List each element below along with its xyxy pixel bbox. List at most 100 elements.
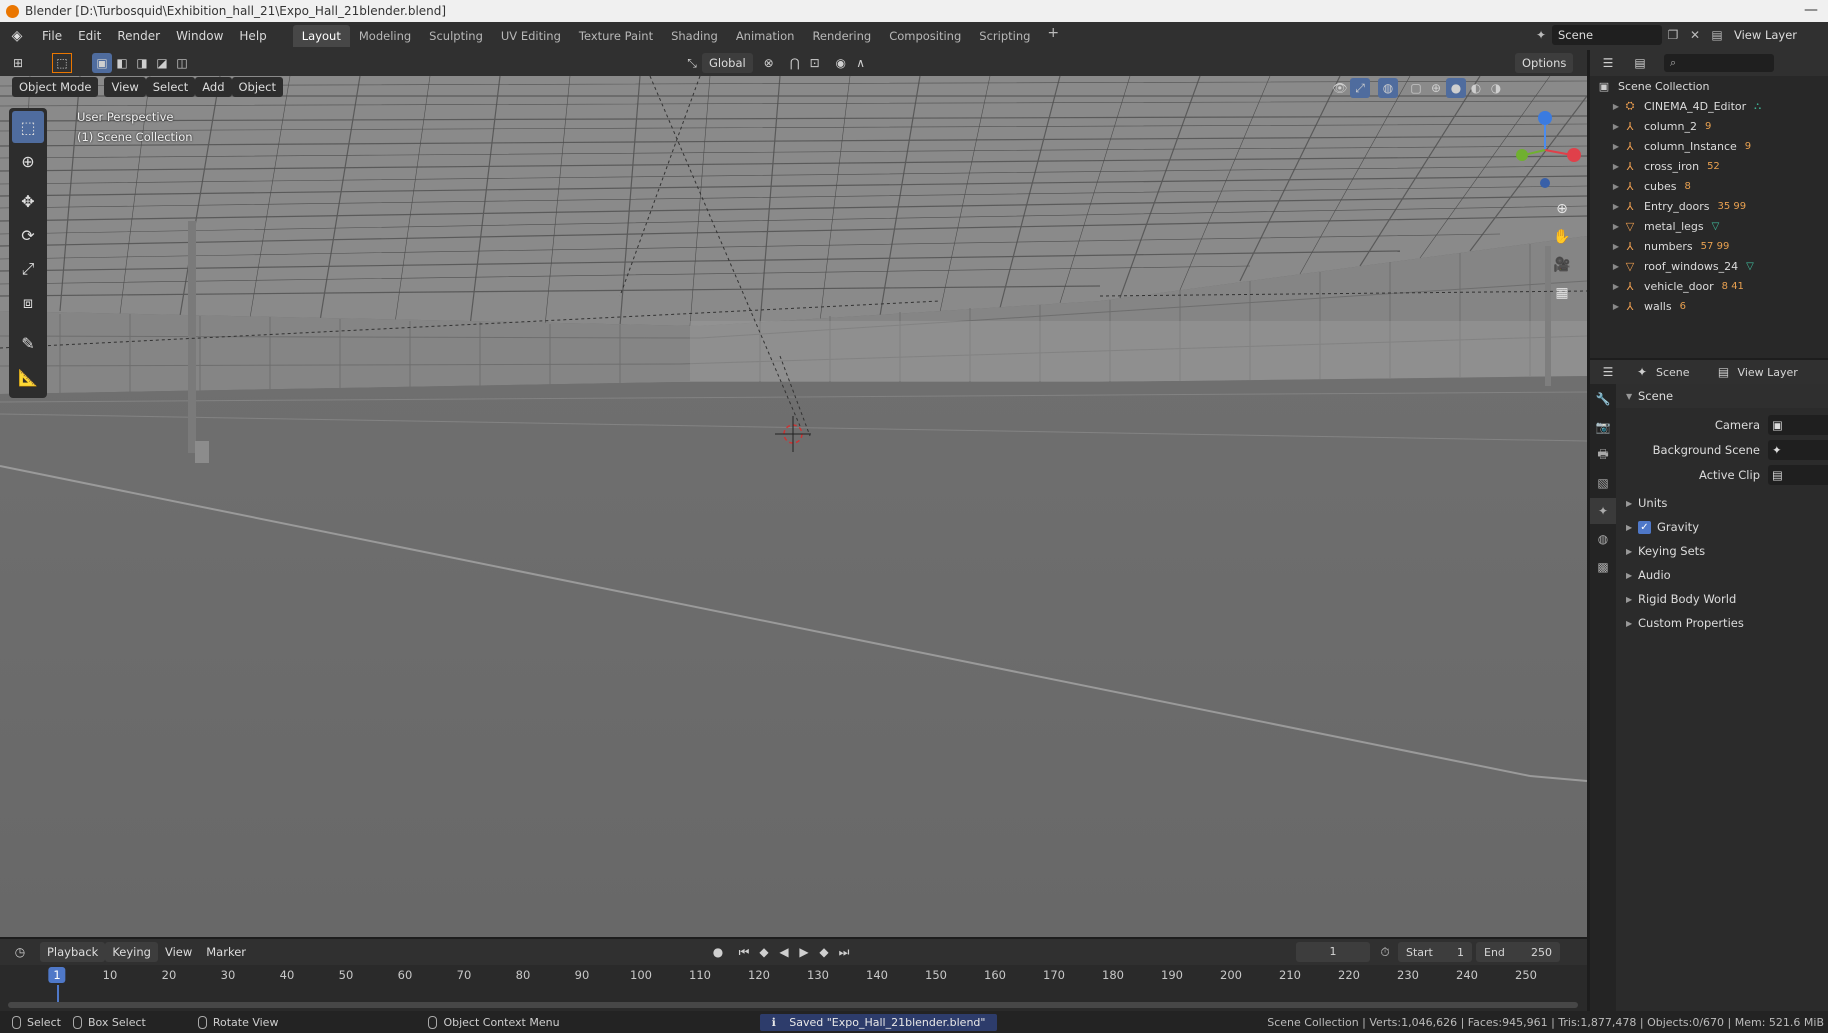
select-subtract-icon[interactable]: ◨ — [132, 53, 152, 73]
record-icon[interactable]: ● — [708, 942, 728, 962]
expand-arrow-icon[interactable]: ▶ — [1610, 302, 1622, 311]
scene-props-tab-icon[interactable]: ✦ — [1590, 498, 1616, 524]
menu-help[interactable]: Help — [231, 26, 274, 46]
tab-texture-paint[interactable]: Texture Paint — [570, 25, 662, 47]
end-frame-field[interactable]: End 250 — [1476, 942, 1560, 962]
audio-panel[interactable]: ▶ Audio — [1616, 563, 1828, 587]
gravity-checkbox[interactable]: ✓ — [1638, 520, 1651, 534]
timeline-editor-type-icon[interactable]: ◷ — [10, 942, 30, 962]
measure-tool-icon[interactable]: 📐 — [12, 361, 44, 393]
timeline-scrollbar[interactable] — [8, 1002, 1578, 1008]
tab-compositing[interactable]: Compositing — [880, 25, 970, 47]
custom-properties-panel[interactable]: ▶ Custom Properties — [1616, 611, 1828, 635]
outliner-editor-type-icon[interactable]: ☰ — [1598, 53, 1618, 73]
viewport-menu-view[interactable]: View — [104, 77, 146, 97]
world-props-icon[interactable]: ◍ — [1590, 526, 1616, 552]
tab-layout[interactable]: Layout — [292, 25, 350, 47]
falloff-icon[interactable]: ∧ — [851, 53, 871, 73]
move-tool-icon[interactable]: ✥ — [12, 185, 44, 217]
expand-arrow-icon[interactable]: ▶ — [1610, 262, 1622, 271]
rotate-tool-icon[interactable]: ⟳ — [12, 219, 44, 251]
expand-arrow-icon[interactable]: ▶ — [1610, 142, 1622, 151]
stopwatch-icon[interactable]: ⏱ — [1375, 942, 1395, 962]
keying-sets-panel[interactable]: ▶ Keying Sets — [1616, 539, 1828, 563]
view-layer-field[interactable]: View Layer — [1728, 25, 1803, 45]
annotate-tool-icon[interactable]: ✎ — [12, 327, 44, 359]
outliner-item[interactable]: ▶ ⅄ vehicle_door 8 41 — [1590, 276, 1828, 296]
expand-arrow-icon[interactable]: ▶ — [1610, 102, 1622, 111]
current-frame-indicator[interactable]: 1 — [48, 967, 66, 983]
expand-arrow-icon[interactable]: ▶ — [1610, 182, 1622, 191]
tab-shading[interactable]: Shading — [662, 25, 727, 47]
active-clip-field[interactable]: ▤ — [1768, 464, 1828, 485]
render-props-icon[interactable]: 📷 — [1590, 414, 1616, 440]
new-scene-icon[interactable]: ❐ — [1662, 25, 1684, 45]
select-invert-icon[interactable]: ◪ — [152, 53, 172, 73]
start-frame-field[interactable]: Start 1 — [1398, 942, 1472, 962]
props-view-layer-label[interactable]: View Layer — [1738, 366, 1798, 379]
play-icon[interactable]: ▶ — [794, 942, 814, 962]
minimize-button[interactable]: — — [1804, 2, 1818, 18]
outliner-root-row[interactable]: ▣ Scene Collection — [1590, 76, 1828, 96]
expand-arrow-icon[interactable]: ▶ — [1610, 202, 1622, 211]
outliner-item[interactable]: ▶ ⛭ CINEMA_4D_Editor ⛬ — [1590, 96, 1828, 116]
select-tool-icon[interactable]: ⬚ — [52, 53, 72, 73]
navigation-gizmo[interactable] — [1500, 105, 1590, 195]
units-panel[interactable]: ▶ Units — [1616, 491, 1828, 515]
gizmo-toggle-icon[interactable]: ⤢ — [1350, 78, 1370, 98]
rendered-shading-icon[interactable]: ◑ — [1486, 78, 1506, 98]
frame-ruler[interactable]: 1 10 20 30 40 50 60 70 80 90 100 110 120… — [0, 965, 1587, 987]
outliner-item[interactable]: ▶ ⅄ column_Instance 9 — [1590, 136, 1828, 156]
3d-viewport[interactable]: User Perspective (1) Scene Collection — [0, 76, 1587, 937]
snap-icon[interactable]: ⋂ — [785, 53, 805, 73]
perspective-grid-icon[interactable]: ▦ — [1550, 279, 1574, 307]
proportional-edit-icon[interactable]: ◉ — [831, 53, 851, 73]
add-workspace-button[interactable]: + — [1039, 25, 1067, 47]
viewport-menu-select[interactable]: Select — [145, 77, 196, 97]
scale-tool-icon[interactable]: ⤢ — [12, 253, 44, 285]
menu-window[interactable]: Window — [168, 26, 231, 46]
tab-animation[interactable]: Animation — [727, 25, 804, 47]
expand-arrow-icon[interactable]: ▶ — [1610, 162, 1622, 171]
scene-name-field[interactable]: Scene — [1552, 25, 1662, 45]
menu-render[interactable]: Render — [109, 26, 168, 46]
scene-section-header[interactable]: ▼ Scene — [1616, 384, 1828, 408]
background-scene-field[interactable]: ✦ — [1768, 439, 1828, 460]
zoom-icon[interactable]: ⊕ — [1550, 195, 1574, 223]
tab-modeling[interactable]: Modeling — [350, 25, 420, 47]
cursor-tool-icon[interactable]: ⊕ — [12, 145, 44, 177]
snap-target-icon[interactable]: ⊡ — [805, 53, 825, 73]
outliner-search-input[interactable]: ⌕ — [1664, 54, 1774, 72]
blender-menu-icon[interactable]: ◈ — [0, 28, 34, 44]
select-box-tool-icon[interactable]: ⬚ — [12, 111, 44, 143]
properties-editor-type-icon[interactable]: ☰ — [1598, 362, 1618, 382]
display-mode-icon[interactable]: ▤ — [1630, 53, 1650, 73]
outliner-item[interactable]: ▶ ⅄ numbers 57 99 — [1590, 236, 1828, 256]
gravity-panel[interactable]: ▶ ✓ Gravity — [1616, 515, 1828, 539]
texture-props-icon[interactable]: ▩ — [1590, 554, 1616, 580]
props-scene-label[interactable]: Scene — [1656, 366, 1690, 379]
visibility-icon[interactable]: 👁 — [1330, 78, 1350, 98]
expand-arrow-icon[interactable]: ▶ — [1610, 242, 1622, 251]
outliner-item[interactable]: ▶ ⅄ walls 6 — [1590, 296, 1828, 316]
expand-arrow-icon[interactable]: ▶ — [1610, 122, 1622, 131]
tab-scripting[interactable]: Scripting — [970, 25, 1039, 47]
outliner-item[interactable]: ▶ ▽ roof_windows_24 ▽ — [1590, 256, 1828, 276]
pivot-point-icon[interactable]: ⊗ — [759, 53, 779, 73]
object-mode-select[interactable]: Object Mode — [12, 77, 99, 97]
outliner-item[interactable]: ▶ ⅄ Entry_doors 35 99 — [1590, 196, 1828, 216]
timeline-menu-keying[interactable]: Keying — [105, 942, 158, 962]
camera-field[interactable]: ▣ — [1768, 414, 1828, 435]
jump-start-icon[interactable]: ⏮ — [734, 942, 754, 962]
select-extend-icon[interactable]: ◧ — [112, 53, 132, 73]
timeline-menu-view[interactable]: View — [158, 942, 199, 962]
next-keyframe-icon[interactable]: ◆ — [814, 942, 834, 962]
current-frame-field[interactable]: 1 — [1296, 942, 1370, 962]
tab-sculpting[interactable]: Sculpting — [420, 25, 492, 47]
editor-type-icon[interactable]: ⊞ — [8, 53, 28, 73]
select-new-icon[interactable]: ▣ — [92, 53, 112, 73]
tool-props-icon[interactable]: 🔧 — [1590, 386, 1616, 412]
expand-arrow-icon[interactable]: ▶ — [1610, 282, 1622, 291]
timeline-menu-playback[interactable]: Playback — [40, 942, 106, 962]
material-shading-icon[interactable]: ◐ — [1466, 78, 1486, 98]
